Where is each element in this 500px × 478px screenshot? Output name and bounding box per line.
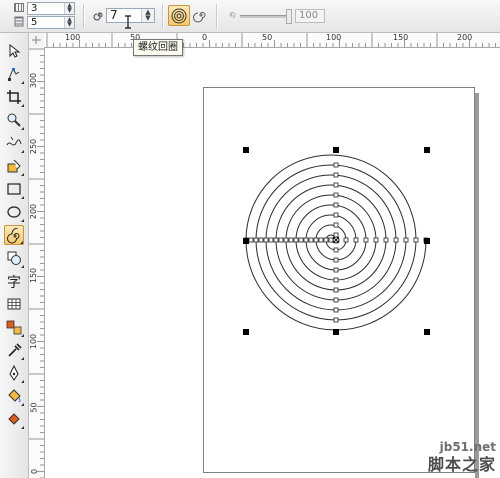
spiral-node[interactable] (333, 192, 339, 198)
spiral-node[interactable] (278, 237, 284, 243)
spiral-node[interactable] (333, 267, 339, 273)
spiral-node[interactable] (393, 237, 399, 243)
handle-middle-left[interactable] (243, 238, 249, 244)
spiral-node[interactable] (333, 257, 339, 263)
handle-bottom-left[interactable] (243, 329, 249, 335)
watermark: jb51.net 脚本之家 (408, 432, 500, 478)
spiral-node[interactable] (318, 237, 324, 243)
spiral-node[interactable] (288, 237, 294, 243)
spiral-node[interactable] (373, 237, 379, 243)
spiral-node[interactable] (333, 232, 339, 238)
tooltip-text: 螺纹回圈 (138, 42, 178, 53)
center-marker (332, 236, 340, 244)
spiral-node[interactable] (323, 237, 329, 243)
spiral-node[interactable] (413, 237, 419, 243)
spiral-node[interactable] (383, 237, 389, 243)
spiral-node[interactable] (333, 307, 339, 313)
spiral-node[interactable] (273, 237, 279, 243)
spiral-node[interactable] (333, 182, 339, 188)
spiral-node[interactable] (333, 297, 339, 303)
spiral-node[interactable] (268, 237, 274, 243)
spiral-node[interactable] (333, 317, 339, 323)
spiral-node[interactable] (353, 237, 359, 243)
spiral-node[interactable] (263, 237, 269, 243)
spiral-node[interactable] (258, 237, 264, 243)
spiral-node[interactable] (333, 212, 339, 218)
spiral-node[interactable] (283, 237, 289, 243)
spiral-node[interactable] (333, 222, 339, 228)
spiral-node[interactable] (303, 237, 309, 243)
handle-bottom-right[interactable] (424, 329, 430, 335)
spiral-node[interactable] (333, 247, 339, 253)
spiral-node[interactable] (328, 237, 334, 243)
handle-bottom-center[interactable] (333, 329, 339, 335)
spiral-node[interactable] (313, 237, 319, 243)
spiral-node[interactable] (333, 162, 339, 168)
spiral-node[interactable] (298, 237, 304, 243)
spiral-object-layer (243, 147, 430, 335)
spiral-node[interactable] (333, 287, 339, 293)
watermark-brand: 脚本之家 (427, 455, 496, 474)
spiral-node[interactable] (293, 237, 299, 243)
spiral-node[interactable] (363, 237, 369, 243)
tooltip: 螺纹回圈 (133, 39, 183, 56)
handle-top-right[interactable] (424, 147, 430, 153)
spiral-node[interactable] (343, 237, 349, 243)
spiral-node[interactable] (333, 172, 339, 178)
spiral-node[interactable] (308, 237, 314, 243)
spiral-node[interactable] (253, 237, 259, 243)
spiral-node[interactable] (333, 202, 339, 208)
handle-middle-right[interactable] (424, 238, 430, 244)
handle-top-center[interactable] (333, 147, 339, 153)
handle-top-left[interactable] (243, 147, 249, 153)
spiral-node[interactable] (403, 237, 409, 243)
spiral-node[interactable] (248, 237, 254, 243)
spiral-node[interactable] (333, 277, 339, 283)
